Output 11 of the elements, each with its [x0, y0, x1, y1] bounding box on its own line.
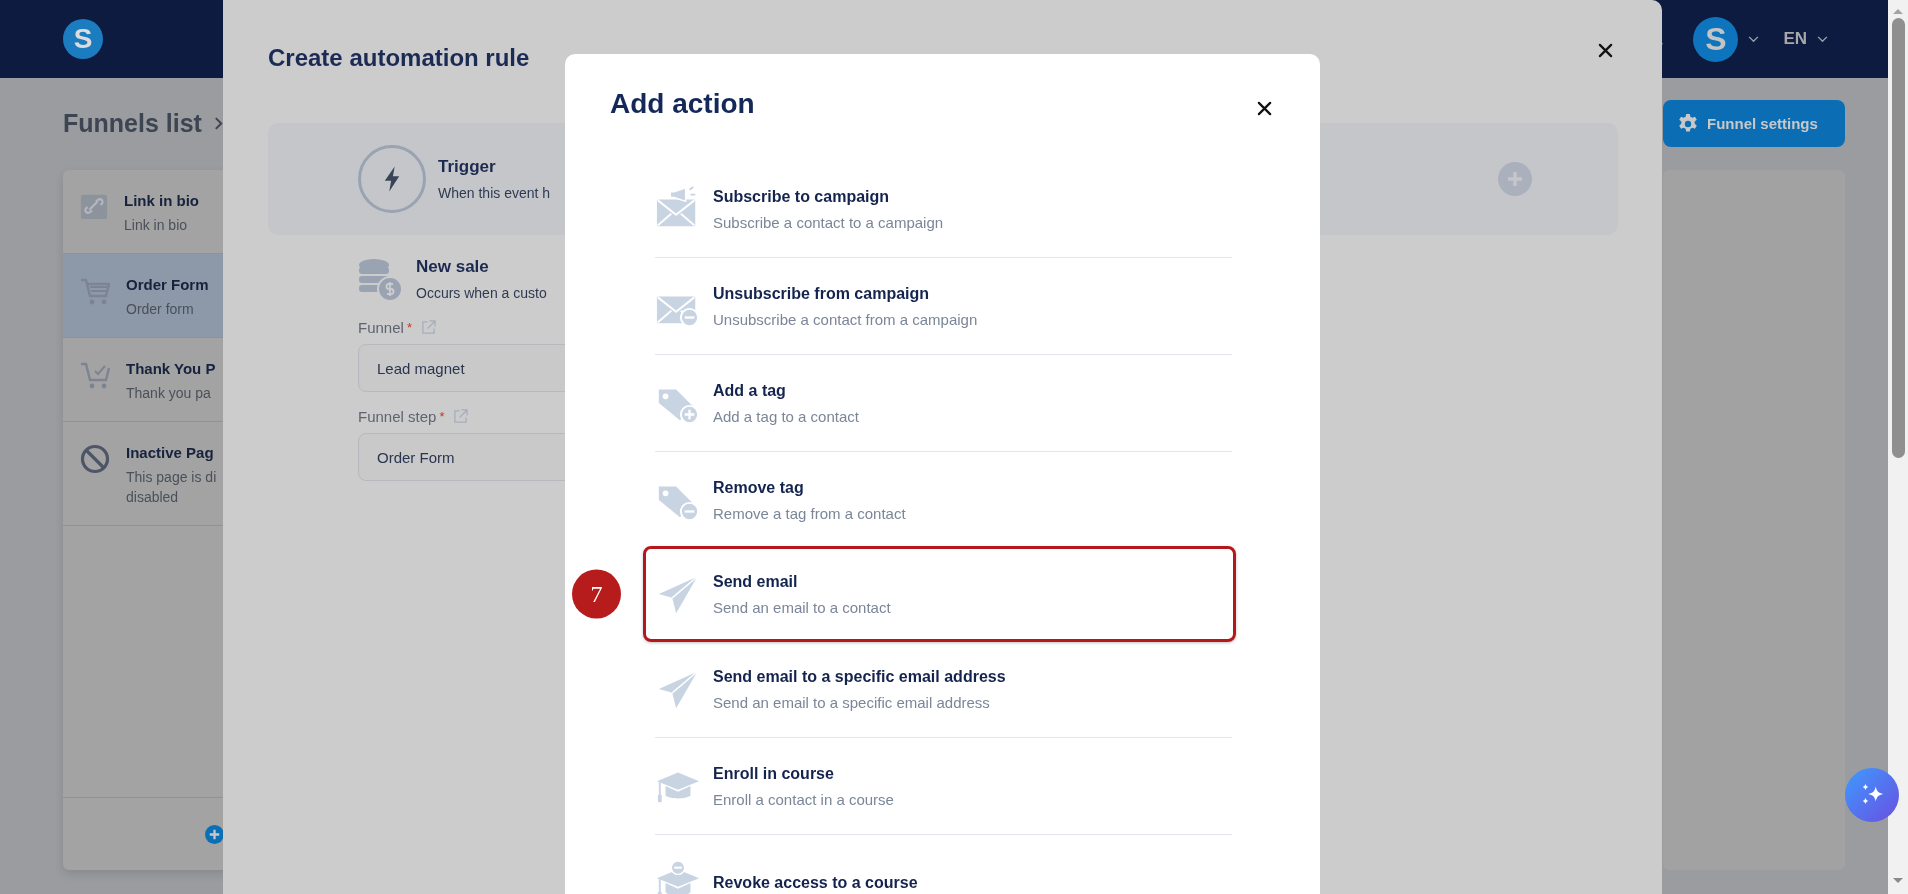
- event-description: Occurs when a custo: [416, 285, 547, 301]
- required-mark: *: [439, 409, 445, 424]
- event-title: New sale: [416, 257, 489, 277]
- field-label: Funnel: [358, 319, 404, 336]
- dialog-title: Add action: [610, 88, 756, 121]
- required-mark: *: [406, 320, 412, 335]
- field-label: Funnel step: [358, 408, 437, 425]
- trigger-description: When this event h: [438, 185, 551, 201]
- trigger-title: Trigger: [438, 157, 496, 177]
- step-badge: 7: [572, 569, 621, 619]
- dialog-title: Create automation rule: [268, 44, 530, 73]
